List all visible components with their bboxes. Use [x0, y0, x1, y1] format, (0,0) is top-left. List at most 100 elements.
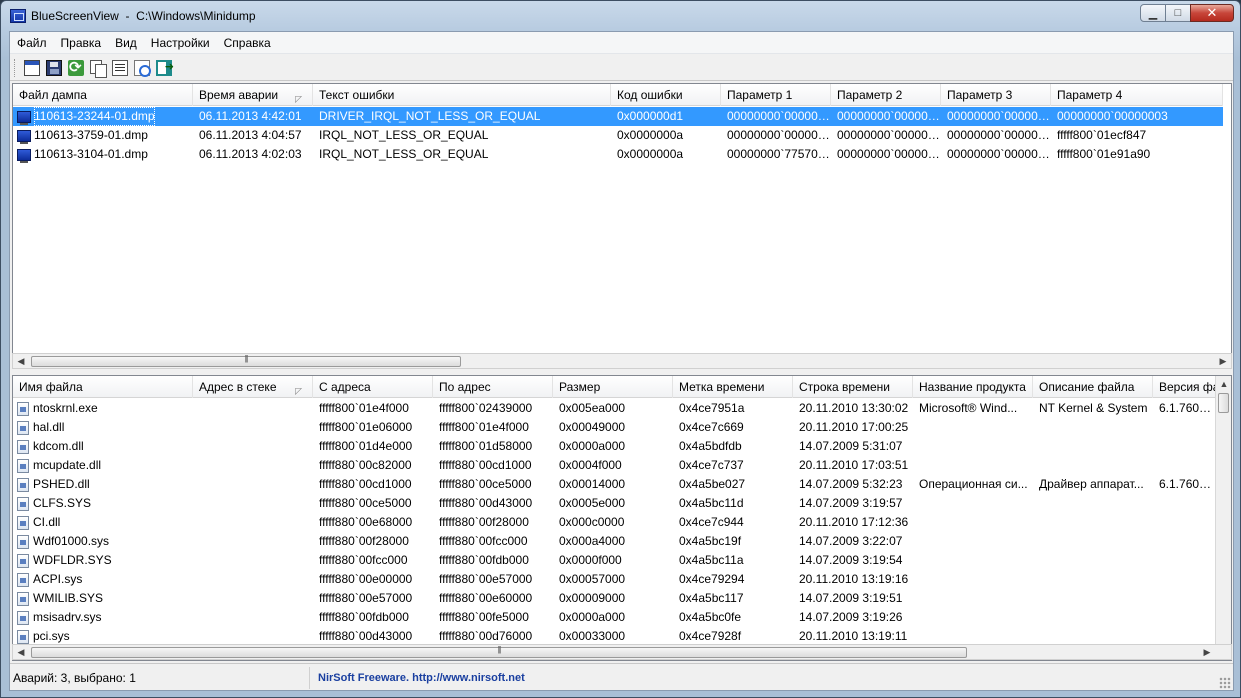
html-report-button[interactable] — [21, 57, 43, 79]
client-area: Файл Правка Вид Настройки Справка Файл д… — [9, 31, 1234, 691]
column-header[interactable]: Параметр 3 — [941, 84, 1051, 106]
table-row[interactable]: CI.dll fffff880`00e68000 fffff880`00f28000… — [13, 513, 1217, 532]
table-row[interactable]: ntoskrnl.exe fffff800`01e4f000 fffff800`02… — [13, 399, 1217, 418]
dump-list-hscrollbar[interactable]: ◀ ▶ — [12, 353, 1232, 369]
table-row[interactable]: ACPI.sys fffff880`00e00000 fffff880`00e570… — [13, 570, 1217, 589]
scroll-thumb[interactable] — [31, 647, 967, 658]
table-cell: fffff800`02439000 — [439, 401, 533, 415]
column-header[interactable]: Параметр 2 — [831, 84, 941, 106]
table-cell: Microsoft® Wind... — [919, 401, 1018, 415]
vscroll-thumb[interactable] — [1218, 393, 1229, 413]
table-cell — [913, 513, 1033, 532]
table-cell — [913, 418, 1033, 437]
table-row[interactable]: WMILIB.SYS fffff880`00e57000 fffff880`00e6… — [13, 589, 1217, 608]
table-row[interactable]: kdcom.dll fffff800`01d4e000 fffff800`01d58… — [13, 437, 1217, 456]
module-list-rows: ntoskrnl.exe fffff800`01e4f000 fffff800`02… — [13, 399, 1217, 646]
column-header[interactable]: Имя файла — [13, 376, 193, 398]
column-header[interactable]: Название продукта — [913, 376, 1033, 398]
column-header[interactable]: Адрес в стеке ◸ — [193, 376, 313, 398]
column-header[interactable]: По адрес — [433, 376, 553, 398]
table-cell — [913, 570, 1033, 589]
column-header-label: Описание файла — [1039, 380, 1135, 394]
column-header[interactable]: Размер — [553, 376, 673, 398]
column-header[interactable]: Описание файла — [1033, 376, 1153, 398]
table-cell: fffff880`00e00000 — [319, 572, 413, 586]
table-cell: fffff880`00cd1000 — [439, 458, 532, 472]
refresh-button[interactable] — [65, 57, 87, 79]
module-list[interactable]: Имя файла Адрес в стеке ◸ С адреса По адрес Р… — [12, 375, 1232, 661]
html-report-icon — [24, 59, 40, 76]
scroll-right-arrow-icon[interactable]: ▶ — [1215, 354, 1231, 368]
scroll-up-arrow-icon[interactable]: ▲ — [1216, 376, 1231, 392]
table-row[interactable]: WDFLDR.SYS fffff880`00fcc000 fffff880`00fd… — [13, 551, 1217, 570]
column-header-label: Размер — [559, 380, 601, 394]
find-button[interactable] — [131, 57, 153, 79]
column-header[interactable]: Текст ошибки — [313, 84, 611, 106]
column-header[interactable]: Параметр 4 — [1051, 84, 1223, 106]
column-header[interactable]: С адреса — [313, 376, 433, 398]
column-header-label: Параметр 3 — [947, 88, 1013, 102]
scroll-left-arrow-icon[interactable]: ◀ — [13, 354, 29, 368]
module-file-icon — [17, 629, 29, 644]
menu-edit[interactable]: Правка — [54, 33, 109, 53]
column-header[interactable]: Параметр 1 — [721, 84, 831, 106]
row-name-label: 110613-3759-01.dmp — [34, 128, 148, 142]
table-row[interactable]: 110613-3759-01.dmp 06.11.2013 4:04:57 IRQL… — [13, 126, 1223, 145]
module-list-hscrollbar[interactable]: ◀ ▶ — [12, 644, 1232, 660]
table-cell — [193, 532, 313, 551]
table-cell: DRIVER_IRQL_NOT_LESS_OR_EQUAL — [319, 109, 541, 123]
resize-grip[interactable] — [1219, 677, 1231, 689]
copy-button[interactable] — [87, 57, 109, 79]
table-row[interactable]: CLFS.SYS fffff880`00ce5000 fffff880`00d430… — [13, 494, 1217, 513]
scroll-left-arrow-icon[interactable]: ◀ — [13, 645, 29, 659]
close-button[interactable]: ✕ — [1190, 4, 1234, 22]
table-cell — [1033, 494, 1153, 513]
toolbar-grip[interactable] — [14, 58, 17, 77]
menu-view[interactable]: Вид — [108, 33, 144, 53]
dump-list[interactable]: Файл дампа Время аварии ◸ Текст ошибки Код о… — [12, 83, 1232, 369]
column-header-label: Параметр 4 — [1057, 88, 1123, 102]
menu-help[interactable]: Справка — [217, 33, 278, 53]
table-row[interactable]: msisadrv.sys fffff880`00fdb000 fffff880`00… — [13, 608, 1217, 627]
table-cell: 14.07.2009 5:32:23 — [799, 477, 903, 491]
menu-file[interactable]: Файл — [10, 33, 54, 53]
table-cell — [1033, 551, 1153, 570]
table-cell: 0x00057000 — [559, 572, 626, 586]
table-cell — [193, 437, 313, 456]
column-header[interactable]: Версия фа — [1153, 376, 1217, 398]
save-button[interactable] — [43, 57, 65, 79]
table-row[interactable]: mcupdate.dll fffff880`00c82000 fffff880`00… — [13, 456, 1217, 475]
column-header-label: Код ошибки — [617, 88, 683, 102]
module-file-icon — [17, 401, 29, 416]
table-cell: 00000000`00000003 — [1057, 109, 1168, 123]
column-header[interactable]: Строка времени — [793, 376, 913, 398]
nirsoft-link[interactable]: NirSoft Freeware. http://www.nirsoft.net — [310, 672, 525, 684]
column-header[interactable]: Файл дампа — [13, 84, 193, 106]
table-cell: 00000000`000000... — [837, 147, 941, 161]
module-list-vscrollbar[interactable]: ▲ ▼ — [1215, 376, 1231, 660]
table-row[interactable]: 110613-23244-01.dmp 06.11.2013 4:42:01 DRI… — [13, 107, 1223, 126]
table-row[interactable]: PSHED.dll fffff880`00cd1000 fffff880`00ce5… — [13, 475, 1217, 494]
scroll-right-arrow-icon[interactable]: ▶ — [1199, 645, 1215, 659]
table-cell: fffff800`01d58000 — [439, 439, 533, 453]
title-bar[interactable]: BlueScreenView - C:\Windows\Minidump ▁ □… — [1, 1, 1240, 31]
table-row[interactable]: Wdf01000.sys fffff880`00f28000 fffff880`00… — [13, 532, 1217, 551]
module-file-icon — [17, 572, 29, 587]
table-cell — [1153, 570, 1217, 589]
table-cell — [913, 608, 1033, 627]
properties-button[interactable] — [109, 57, 131, 79]
maximize-button[interactable]: □ — [1165, 4, 1191, 22]
column-header[interactable]: Время аварии ◸ — [193, 84, 313, 106]
table-cell: Операционная си... — [919, 477, 1028, 491]
module-file-icon — [17, 439, 29, 454]
column-header[interactable]: Код ошибки — [611, 84, 721, 106]
column-header-label: Параметр 2 — [837, 88, 903, 102]
table-row[interactable]: 110613-3104-01.dmp 06.11.2013 4:02:03 IRQL… — [13, 145, 1223, 164]
scroll-thumb[interactable] — [31, 356, 461, 367]
minimize-button[interactable]: ▁ — [1140, 4, 1166, 22]
menu-options[interactable]: Настройки — [144, 33, 217, 53]
column-header[interactable]: Метка времени — [673, 376, 793, 398]
row-name-cell: PSHED.dll — [13, 475, 193, 494]
exit-button[interactable] — [153, 57, 175, 79]
table-row[interactable]: hal.dll fffff800`01e06000 fffff800`01e4f00… — [13, 418, 1217, 437]
